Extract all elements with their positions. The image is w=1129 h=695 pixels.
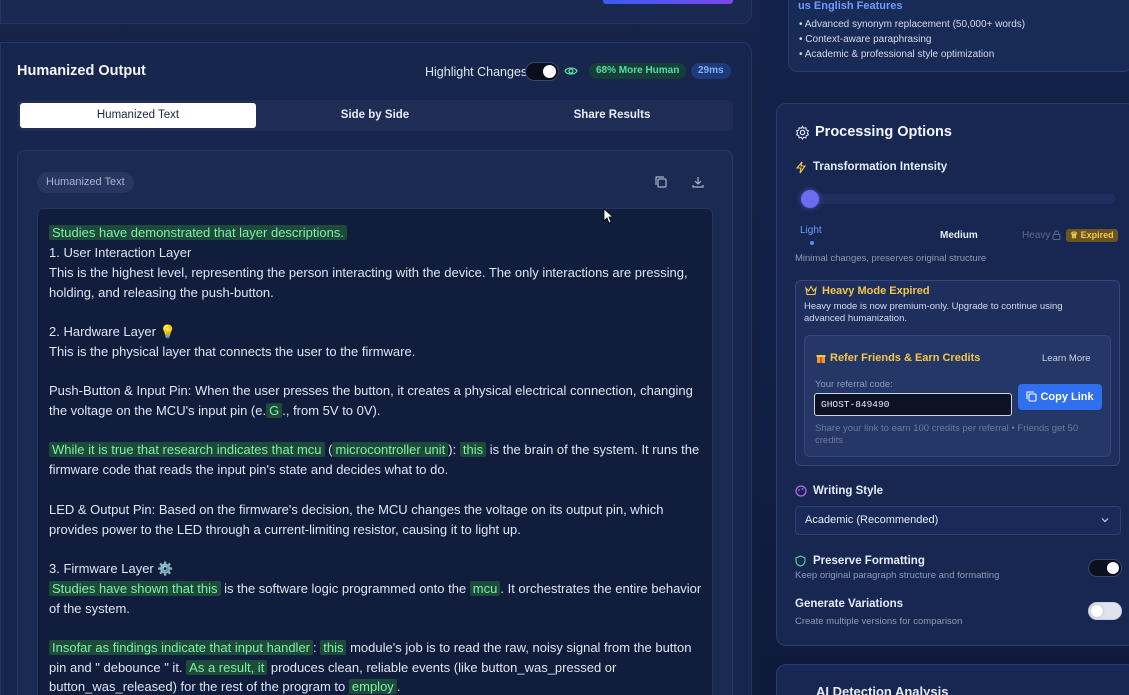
human-score-badge: 68% More Human xyxy=(589,63,687,79)
preserve-formatting-hint: Keep original paragraph structure and fo… xyxy=(795,570,1000,581)
text-segment: LED & Output Pin: Based on the firmware'… xyxy=(49,502,664,537)
copy-icon[interactable] xyxy=(654,175,668,189)
toggle-knob xyxy=(1107,562,1119,574)
toggle-knob xyxy=(543,65,556,78)
intensity-hint: Minimal changes, preserves original stru… xyxy=(795,253,987,264)
output-paragraph: 2. Hardware Layer 💡 xyxy=(49,322,704,342)
highlighted-change: Insofar as findings indicate that input … xyxy=(49,640,314,655)
output-paragraph: This is the physical layer that connects… xyxy=(49,342,704,362)
feature-item: • Context-aware paraphrasing xyxy=(799,34,932,45)
toggle-knob xyxy=(1091,605,1103,617)
text-segment: This is the highest level, representing … xyxy=(49,265,688,300)
highlighted-change: Studies have shown that this xyxy=(49,581,221,596)
highlighted-change: G xyxy=(266,402,283,418)
text-segment: 1. User Interaction Layer xyxy=(49,245,192,260)
writing-style-select[interactable]: Academic (Recommended) xyxy=(795,506,1121,535)
intensity-slider[interactable] xyxy=(803,194,1116,204)
output-paragraph: Push-Button & Input Pin: When the user p… xyxy=(49,381,704,420)
copy-link-label: Copy Link xyxy=(1040,391,1094,403)
copy-link-button[interactable]: Copy Link xyxy=(1018,384,1102,410)
text-segment: ): xyxy=(448,442,460,457)
lightning-icon xyxy=(795,161,807,174)
processing-time-badge: 29ms xyxy=(691,63,731,79)
output-paragraph: While it is true that research indicates… xyxy=(49,440,704,479)
highlighted-change: this xyxy=(459,442,487,457)
learn-more-link[interactable]: Learn More xyxy=(1042,353,1091,364)
highlighted-change: As a result, it xyxy=(186,659,268,675)
output-paragraph: This is the highest level, representing … xyxy=(49,263,704,302)
highlighted-change: microcontroller unit xyxy=(332,442,449,457)
gear-icon xyxy=(795,125,810,140)
feature-item: • Academic & professional style optimiza… xyxy=(799,49,995,60)
eye-icon[interactable] xyxy=(564,65,578,77)
highlighted-change: While it is true that research indicates… xyxy=(49,442,325,457)
output-paragraph: LED & Output Pin: Based on the firmware'… xyxy=(49,500,704,539)
highlighted-change: mcu xyxy=(469,581,501,596)
heavy-mode-title: Heavy Mode Expired xyxy=(822,285,930,297)
intensity-slider-thumb[interactable] xyxy=(801,190,819,208)
level-heavy: Heavy xyxy=(1022,230,1051,241)
output-paragraph: 3. Firmware Layer ⚙️ xyxy=(49,559,704,579)
humanize-button-edge[interactable] xyxy=(603,0,733,4)
generate-variations-toggle[interactable] xyxy=(1088,602,1122,620)
gift-icon xyxy=(816,355,826,363)
output-paragraph: 1. User Interaction Layer xyxy=(49,243,704,263)
shield-icon xyxy=(795,555,806,567)
text-segment: . xyxy=(396,679,401,695)
features-title: us English Features xyxy=(798,0,903,12)
copy-link-icon xyxy=(1026,391,1037,402)
level-light[interactable]: Light xyxy=(800,225,822,236)
text-segment: is the software logic programmed onto th… xyxy=(220,581,470,596)
highlighted-change: employ xyxy=(348,679,397,695)
preserve-formatting-label: Preserve Formatting xyxy=(813,555,925,567)
highlight-changes-label: Highlight Changes xyxy=(425,65,528,79)
output-paragraph: Studies have shown that this is the soft… xyxy=(49,579,704,618)
highlighted-change: Studies have demonstrated that layer des… xyxy=(49,225,347,240)
text-segment: 2. Hardware Layer 💡 xyxy=(49,324,176,339)
output-title: Humanized Output xyxy=(17,63,146,79)
tab-humanized-text[interactable]: Humanized Text xyxy=(20,103,256,128)
referral-hint: Share your link to earn 100 credits per … xyxy=(815,423,1079,446)
chevron-down-icon[interactable] xyxy=(1100,515,1110,525)
lock-icon xyxy=(1052,230,1061,240)
tab-side-by-side[interactable]: Side by Side xyxy=(257,103,493,128)
tab-share-results[interactable]: Share Results xyxy=(494,103,730,128)
generate-variations-label: Generate Variations xyxy=(795,598,904,610)
expired-badge: ♕ Expired xyxy=(1066,229,1118,242)
text-segment: This is the physical layer that connects… xyxy=(49,344,416,359)
text-segment: 3. Firmware Layer ⚙️ xyxy=(49,561,174,576)
generate-variations-hint: Create multiple versions for comparison xyxy=(795,616,963,627)
mouse-cursor-icon xyxy=(603,208,613,224)
highlighted-change: this xyxy=(320,640,347,655)
referral-code-label: Your referral code: xyxy=(815,379,893,390)
output-tabs: Humanized Text Side by Side Share Result… xyxy=(17,100,733,131)
highlight-changes-toggle[interactable] xyxy=(525,62,559,81)
writing-style-label: Writing Style xyxy=(813,485,884,497)
feature-item: • Advanced synonym replacement (50,000+ … xyxy=(799,19,1026,30)
expired-badge-label: Expired xyxy=(1080,230,1114,240)
level-medium[interactable]: Medium xyxy=(940,230,978,241)
download-icon[interactable] xyxy=(691,175,705,189)
output-chip: Humanized Text xyxy=(37,172,134,193)
heavy-mode-description: Heavy mode is now premium-only. Upgrade … xyxy=(804,301,1063,324)
active-level-dot xyxy=(810,241,814,245)
palette-icon xyxy=(795,485,807,497)
crown-icon xyxy=(805,285,817,296)
output-paragraph: Studies have demonstrated that layer des… xyxy=(49,223,704,243)
referral-code-field[interactable]: GHOST-849490 xyxy=(814,393,1012,416)
ai-detection-title: AI Detection Analysis xyxy=(816,684,949,695)
intensity-label: Transformation Intensity xyxy=(813,161,948,173)
processing-options-title: Processing Options xyxy=(815,124,952,140)
referral-title: Refer Friends & Earn Credits xyxy=(830,352,981,364)
preserve-formatting-toggle[interactable] xyxy=(1088,559,1122,577)
text-segment: ., from 5V to 0V). xyxy=(282,402,381,418)
output-paragraph: Insofar as findings indicate that input … xyxy=(49,638,704,695)
